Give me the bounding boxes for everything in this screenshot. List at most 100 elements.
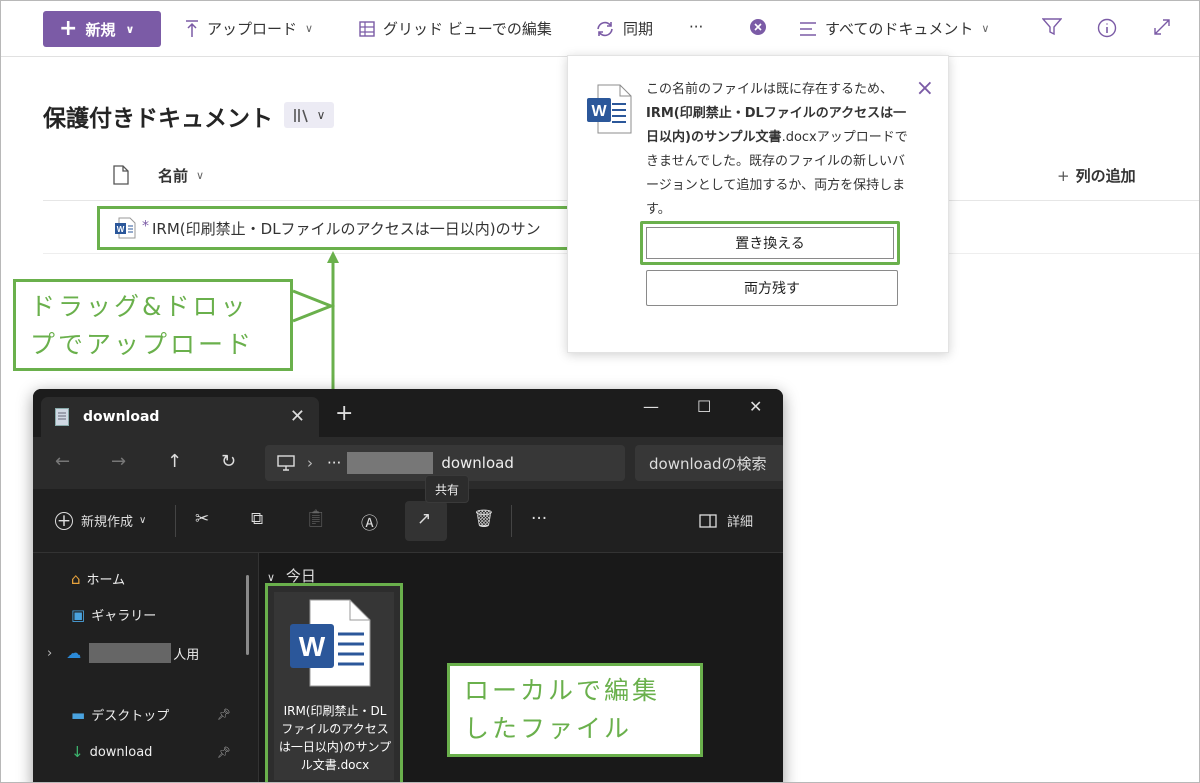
sidebar-item-home[interactable]: ⌂ ホーム (71, 569, 126, 589)
view-label: すべてのドキュメント (825, 20, 974, 38)
grid-edit-button[interactable]: グリッド ビューでの編集 (359, 18, 552, 39)
new-create-button[interactable]: + 新規作成 ∨ (55, 510, 147, 531)
sidebar-onedrive-label: 人用 (173, 647, 200, 663)
list-view-icon (799, 21, 817, 36)
copy-icon[interactable]: ⧉ (251, 509, 263, 529)
drag-callout-tail (292, 289, 336, 323)
expand-icon (1154, 19, 1170, 35)
cut-icon[interactable]: ✂ (195, 509, 209, 529)
more-button[interactable]: ··· (689, 18, 703, 36)
file-tile-selection: W IRM(印刷禁止・DLファイルのアクセスは一日以内)のサンプル文書.docx (274, 592, 394, 780)
file-tile-name: IRM(印刷禁止・DLファイルのアクセスは一日以内)のサンプル文書.docx (278, 704, 392, 772)
explorer-sidebar: ⌂ ホーム ▣ ギャラリー › ☁ 人用 ▬ デスクトップ 📌︎ ↓ downl… (33, 553, 259, 782)
search-placeholder: downloadの検索 (649, 454, 767, 473)
replace-button[interactable]: 置き換える (640, 221, 900, 265)
masked-path-segment (347, 452, 434, 474)
explorer-toolbar: + 新規作成 ∨ ✂ ⧉ 📋︎ Ⓐ ↗ 🗑︎ ··· 詳細 (33, 489, 783, 553)
library-icon (293, 109, 308, 123)
library-view-button[interactable]: ∨ (284, 102, 334, 128)
paste-icon[interactable]: 📋︎ (305, 509, 327, 529)
conflict-message: この名前のファイルは既に存在するため、IRM(印刷禁止・DLファイルのアクセスは… (646, 78, 908, 222)
local-file-tile[interactable]: W IRM(印刷禁止・DLファイルのアクセスは一日以内)のサンプル文書.docx (265, 583, 403, 782)
maximize-icon[interactable]: ☐ (697, 397, 711, 416)
svg-text:W: W (591, 103, 607, 120)
sidebar-scrollbar[interactable] (246, 575, 249, 655)
keep-both-button[interactable]: 両方残す (646, 270, 898, 306)
close-window-icon[interactable]: ✕ (749, 397, 762, 416)
new-item-sparkle-icon: ⁎ (142, 214, 149, 230)
up-icon[interactable]: ↑ (167, 451, 182, 472)
sync-icon (595, 20, 615, 38)
word-file-icon: W (115, 217, 136, 239)
explorer-nav-bar: ← → ↑ ↻ › ··· download downloadの検索 (33, 437, 783, 489)
sidebar-gallery-label: ギャラリー (91, 609, 157, 624)
word-document-icon: W (290, 599, 371, 687)
chevron-down-icon: ∨ (981, 22, 990, 35)
details-label: 詳細 (727, 515, 754, 530)
chevron-down-icon: ∨ (125, 22, 135, 36)
chevron-right-icon: › (307, 454, 313, 472)
forward-icon[interactable]: → (111, 451, 126, 472)
sidebar-item-download[interactable]: ↓ download 📌︎ (71, 743, 231, 761)
new-button[interactable]: + 新規 ∨ (43, 11, 161, 47)
refresh-icon[interactable]: ↻ (221, 451, 236, 472)
details-button[interactable]: 詳細 (699, 511, 753, 530)
home-icon: ⌂ (71, 569, 81, 588)
toolbar-separator (175, 505, 176, 537)
file-type-column-icon[interactable] (113, 165, 129, 185)
close-icon[interactable]: × (916, 78, 934, 100)
file-row[interactable]: W ⁎ IRM(印刷禁止・DLファイルのアクセスは一日以内)のサン (97, 206, 593, 250)
plus-icon: + (59, 16, 78, 41)
chevron-down-icon: ∨ (196, 169, 205, 182)
clear-filter-button[interactable] (749, 18, 767, 36)
local-edit-callout: ローカルで編集したファイル (447, 663, 703, 757)
sidebar-item-gallery[interactable]: ▣ ギャラリー (71, 605, 157, 625)
onedrive-cloud-icon: ☁ (66, 644, 82, 662)
add-column-button[interactable]: + 列の追加 (1057, 165, 1136, 186)
this-pc-icon (277, 455, 295, 471)
sidebar-item-desktop[interactable]: ▬ デスクトップ 📌︎ (71, 705, 231, 725)
grid-edit-label: グリッド ビューでの編集 (383, 20, 552, 38)
rename-icon[interactable]: Ⓐ (361, 509, 378, 534)
sync-label: 同期 (623, 20, 654, 38)
explorer-tab[interactable]: download ✕ (41, 397, 319, 437)
back-icon[interactable]: ← (55, 451, 70, 472)
file-name: IRM(印刷禁止・DLファイルのアクセスは一日以内)のサン (152, 219, 541, 238)
message-part-1: この名前のファイルは既に存在するため、 (646, 82, 894, 97)
svg-text:W: W (117, 225, 125, 234)
tab-title: download (83, 409, 160, 425)
name-column-header[interactable]: 名前 ∨ (158, 165, 204, 186)
info-button[interactable] (1097, 18, 1117, 38)
plus-circle-icon: + (55, 510, 73, 531)
new-tab-icon[interactable]: + (335, 401, 353, 426)
new-label: 新規 (85, 20, 116, 39)
share-tooltip: 共有 (425, 475, 469, 503)
add-column-label: 列の追加 (1075, 167, 1136, 185)
pin-icon: 📌︎ (217, 745, 231, 759)
minimize-icon[interactable]: — (643, 397, 659, 416)
search-input[interactable]: downloadの検索 (635, 445, 783, 481)
upload-button[interactable]: アップロード ∨ (185, 18, 313, 39)
more-options-icon[interactable]: ··· (531, 509, 547, 529)
toolbar-separator (511, 505, 512, 537)
close-tab-icon[interactable]: ✕ (290, 406, 305, 427)
path-leaf: download (441, 454, 514, 472)
overflow-dots-icon: ··· (327, 454, 342, 472)
sidebar-home-label: ホーム (86, 573, 126, 588)
download-arrow-icon: ↓ (71, 743, 84, 761)
filter-button[interactable] (1042, 18, 1062, 36)
sidebar-download-label: download (89, 744, 153, 760)
grid-icon (359, 20, 375, 37)
masked-account-name (89, 643, 172, 663)
share-icon[interactable]: ↗ (417, 509, 431, 529)
replace-label: 置き換える (735, 236, 805, 252)
chevron-down-icon: ∨ (305, 22, 314, 35)
expand-button[interactable] (1153, 18, 1171, 36)
sync-button[interactable]: 同期 (595, 18, 653, 39)
delete-icon[interactable]: 🗑︎ (473, 509, 495, 529)
chevron-down-icon: ∨ (139, 515, 147, 526)
keep-both-label: 両方残す (744, 281, 800, 297)
info-icon (1097, 18, 1117, 38)
view-selector[interactable]: すべてのドキュメント ∨ (799, 18, 989, 39)
sidebar-item-onedrive[interactable]: › ☁ 人用 (47, 643, 199, 663)
